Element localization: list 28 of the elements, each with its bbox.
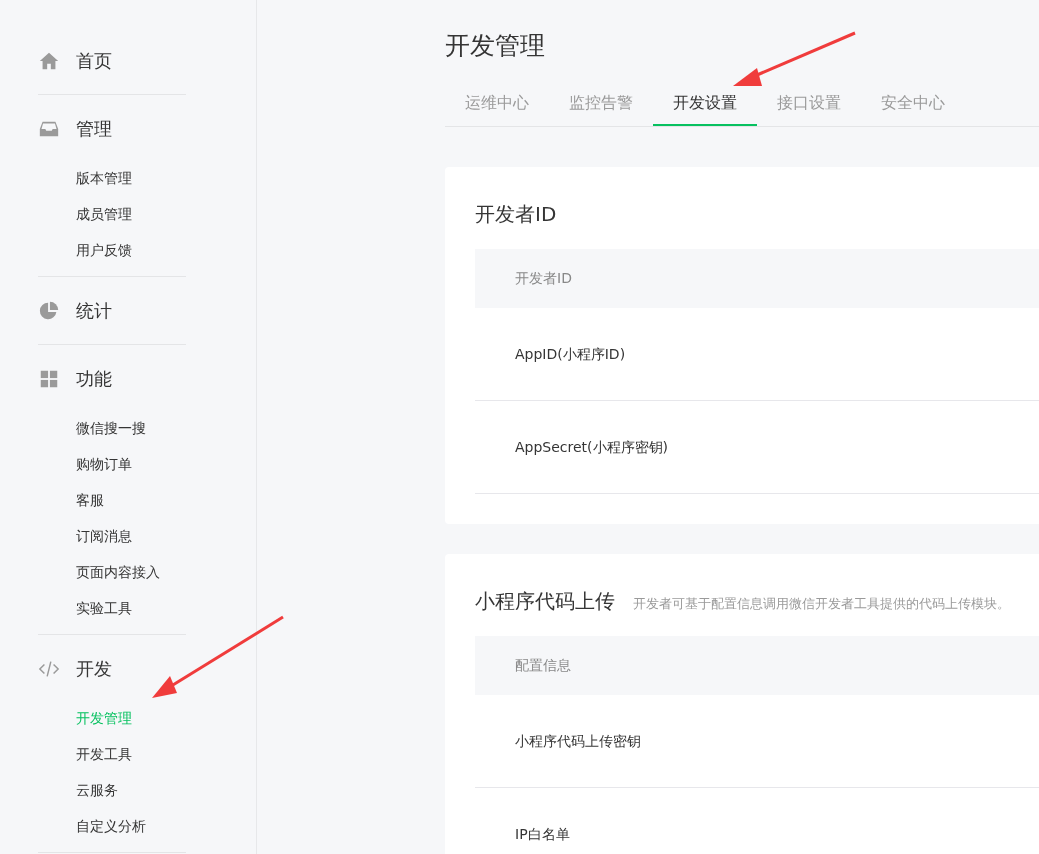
- card-title: 开发者ID: [475, 201, 557, 228]
- sidebar-item[interactable]: 开发工具: [76, 736, 186, 772]
- sidebar-item[interactable]: 云服务: [76, 772, 186, 808]
- sidebar-item[interactable]: 用户反馈: [76, 232, 186, 268]
- sidebar-group[interactable]: 管理: [38, 95, 186, 162]
- sidebar-item[interactable]: 版本管理: [76, 160, 186, 196]
- pie-chart-icon: [38, 299, 60, 322]
- sidebar-group[interactable]: 开发: [38, 635, 186, 702]
- table-cell-text: AppSecret(小程序密钥): [515, 437, 669, 457]
- header-cell-text: 配置信息: [515, 656, 571, 675]
- sidebar-item[interactable]: 客服: [76, 482, 186, 518]
- sidebar-item[interactable]: 购物订单: [76, 446, 186, 482]
- sidebar-item[interactable]: 实验工具: [76, 590, 186, 626]
- sidebar-item[interactable]: 微信搜一搜: [76, 410, 186, 446]
- sidebar-group[interactable]: 功能: [38, 345, 186, 412]
- table-cell-text: AppID(小程序ID): [515, 344, 626, 364]
- sidebar-item[interactable]: 页面内容接入: [76, 554, 186, 590]
- card-title: 小程序代码上传: [475, 588, 615, 615]
- page-title: 开发管理: [445, 30, 545, 62]
- table-cell-text: IP白名单: [515, 824, 570, 844]
- sidebar-group[interactable]: 统计: [38, 277, 186, 344]
- sidebar-item[interactable]: 订阅消息: [76, 518, 186, 554]
- sidebar-item[interactable]: 成员管理: [76, 196, 186, 232]
- sidebar-group[interactable]: 首页: [38, 27, 186, 94]
- table-cell-text: 小程序代码上传密钥: [515, 731, 641, 751]
- sidebar-item[interactable]: 自定义分析: [76, 808, 186, 844]
- card-description: 开发者可基于配置信息调用微信开发者工具提供的代码上传模块。: [633, 595, 1010, 613]
- header-cell-text: 开发者ID: [515, 269, 572, 288]
